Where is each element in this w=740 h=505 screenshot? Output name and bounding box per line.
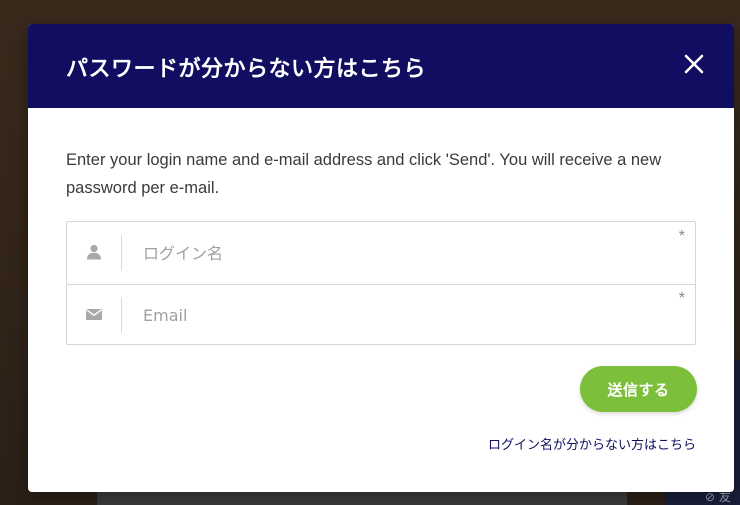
close-button[interactable] (680, 50, 708, 78)
email-field-row: * (67, 284, 695, 346)
send-button[interactable]: 送信する (580, 366, 697, 412)
modal-title: パスワードが分からない方はこちら (66, 57, 427, 82)
email-input[interactable] (143, 296, 663, 334)
user-icon (85, 243, 103, 261)
field-divider (121, 297, 122, 333)
required-marker: * (678, 290, 685, 307)
forgot-password-modal: パスワードが分からない方はこちら Enter your login name a… (28, 24, 734, 492)
envelope-icon (85, 305, 103, 323)
modal-header: パスワードが分からない方はこちら (28, 24, 734, 108)
field-divider (121, 235, 122, 271)
close-icon (684, 54, 704, 74)
login-name-input[interactable] (143, 234, 663, 272)
login-name-field-row: * (67, 222, 695, 285)
instructions-text: Enter your login name and e-mail address… (66, 151, 662, 197)
required-marker: * (678, 228, 685, 245)
reset-form: * * (66, 221, 696, 345)
forgot-login-name-link[interactable]: ログイン名が分からない方はこちら (488, 434, 696, 453)
